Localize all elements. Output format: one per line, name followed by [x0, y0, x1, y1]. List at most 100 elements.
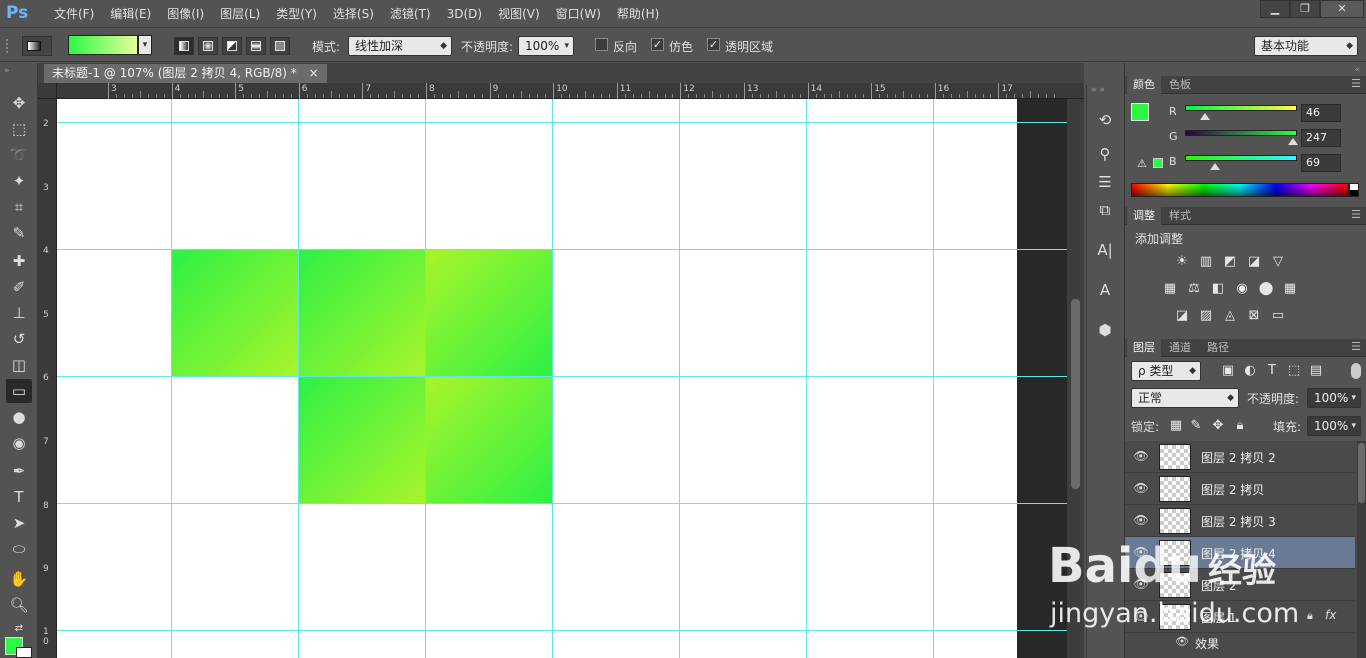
menu-select[interactable]: 选择(S) — [325, 6, 382, 22]
tab-swatches[interactable]: 色板 — [1163, 76, 1197, 94]
b-slider-thumb[interactable] — [1210, 163, 1221, 170]
threshold-icon[interactable]: ◬ — [1221, 308, 1239, 324]
color-spectrum-bar[interactable] — [1131, 183, 1349, 197]
gradient-map-icon[interactable]: ▭ — [1269, 308, 1287, 324]
gradient-dropdown-chevron-icon[interactable]: ▾ — [138, 35, 152, 55]
clone-stamp-tool-icon[interactable]: ⊥ — [6, 301, 32, 325]
close-window-button[interactable]: ✕ — [1320, 0, 1364, 18]
vibrance-icon[interactable]: ▽ — [1269, 254, 1287, 270]
layer-opacity-field[interactable]: 100% ▾ — [1307, 388, 1361, 408]
exposure-icon[interactable]: ◪ — [1245, 254, 1263, 270]
blend-mode-dropdown[interactable]: 正常 ◆ — [1131, 388, 1239, 408]
visibility-eye-icon[interactable]: 👁︎ — [1133, 481, 1149, 495]
r-value-field[interactable]: 46 — [1301, 104, 1341, 122]
panel-menu-icon[interactable]: ☰ — [1351, 208, 1361, 221]
filter-toggle[interactable] — [1351, 363, 1361, 379]
history-brush-tool-icon[interactable]: ↺ — [6, 327, 32, 351]
character-panel-icon[interactable]: A| — [1093, 239, 1117, 261]
tab-color[interactable]: 颜色 — [1127, 76, 1161, 94]
collapse-panels-icon[interactable]: « — [1354, 65, 1360, 75]
collapse-icon[interactable]: » — [4, 66, 10, 76]
tab-layers[interactable]: 图层 — [1127, 339, 1161, 357]
dither-checkbox[interactable]: ✓ — [651, 38, 664, 51]
guide-horizontal[interactable] — [57, 630, 1067, 631]
effects-eye-icon[interactable]: 👁︎ — [1175, 635, 1189, 648]
gamut-warning-icon[interactable]: ⚠ — [1137, 157, 1147, 170]
reverse-checkbox[interactable] — [595, 38, 608, 51]
crop-tool-icon[interactable]: ⌗ — [6, 195, 32, 219]
g-value-field[interactable]: 247 — [1301, 129, 1341, 147]
black-white-icon[interactable]: ◧ — [1209, 281, 1227, 297]
clone-source-icon[interactable]: ⧉ — [1093, 199, 1117, 221]
reflected-gradient-button[interactable] — [246, 37, 266, 55]
layer-row[interactable]: 👁︎ 图层 2 拷贝 — [1125, 473, 1355, 505]
tab-channels[interactable]: 通道 — [1163, 339, 1197, 357]
ellipse-tool-icon[interactable]: ⬭ — [6, 537, 32, 561]
layer-fx-icon[interactable]: fx — [1325, 608, 1336, 622]
workspace-dropdown[interactable]: 基本功能 ◆ — [1254, 36, 1358, 56]
filter-shape-icon[interactable]: ⬚ — [1285, 363, 1303, 379]
layers-scrollbar[interactable] — [1357, 441, 1366, 658]
gradient-tool-icon[interactable]: ▭ — [6, 379, 32, 403]
transparency-checkbox[interactable]: ✓ — [707, 38, 720, 51]
layer-row[interactable]: 👁︎ 图层 2 拷贝 3 — [1125, 505, 1355, 537]
lock-position-icon[interactable]: ✥ — [1209, 418, 1227, 434]
curves-icon[interactable]: ◩ — [1221, 254, 1239, 270]
menu-edit[interactable]: 编辑(E) — [102, 6, 159, 22]
brush-panel-icon[interactable]: ⚲ — [1093, 143, 1117, 165]
ruler-origin[interactable] — [38, 83, 57, 99]
dodge-tool-icon[interactable]: ◉ — [6, 431, 32, 455]
gradient-swatch[interactable] — [68, 35, 138, 55]
b-value-field[interactable]: 69 — [1301, 154, 1341, 172]
brightness-icon[interactable]: ☀ — [1173, 254, 1191, 270]
history-panel-icon[interactable]: ⟲ — [1093, 109, 1117, 131]
restore-button[interactable]: ❐ — [1290, 0, 1320, 18]
blur-tool-icon[interactable]: ● — [6, 405, 32, 429]
angle-gradient-button[interactable] — [222, 37, 242, 55]
g-slider[interactable] — [1185, 130, 1297, 136]
path-selection-tool-icon[interactable]: ➤ — [6, 511, 32, 535]
document-tab[interactable]: 未标题-1 @ 107% (图层 2 拷贝 4, RGB/8) * × — [44, 64, 327, 83]
menu-view[interactable]: 视图(V) — [490, 6, 548, 22]
guide-horizontal[interactable] — [57, 122, 1067, 123]
menu-type[interactable]: 类型(Y) — [268, 6, 325, 22]
hue-saturation-icon[interactable]: ▦ — [1161, 281, 1179, 297]
visibility-eye-icon[interactable]: 👁︎ — [1133, 449, 1149, 463]
menu-3d[interactable]: 3D(D) — [439, 6, 490, 22]
guide-vertical[interactable] — [933, 99, 934, 658]
mode-dropdown[interactable]: 线性加深 ◆ — [348, 36, 452, 56]
minimize-button[interactable]: ▁ — [1260, 0, 1290, 18]
radial-gradient-button[interactable] — [198, 37, 218, 55]
panel-menu-icon[interactable]: ☰ — [1351, 340, 1361, 353]
type-tool-icon[interactable]: T — [6, 485, 32, 509]
brush-tool-icon[interactable]: ✐ — [6, 275, 32, 299]
brush-presets-icon[interactable]: ☰ — [1093, 171, 1117, 193]
guide-horizontal[interactable] — [57, 249, 1067, 250]
menu-layer[interactable]: 图层(L) — [212, 6, 268, 22]
color-balance-icon[interactable]: ⚖ — [1185, 281, 1203, 297]
filter-type-icon[interactable]: T — [1263, 363, 1281, 379]
canvas-area[interactable] — [57, 99, 1067, 658]
expand-icon[interactable]: » » — [1091, 85, 1105, 95]
pen-tool-icon[interactable]: ✒ — [6, 459, 32, 483]
guide-vertical[interactable] — [806, 99, 807, 658]
marquee-tool-icon[interactable]: ⬚ — [6, 117, 32, 141]
hand-tool-icon[interactable]: ✋ — [6, 567, 32, 591]
lock-transparency-icon[interactable]: ▦ — [1167, 418, 1185, 434]
lasso-tool-icon[interactable]: ➰ — [6, 143, 32, 167]
opacity-field[interactable]: 100% ▾ — [518, 36, 574, 56]
layer-filter-dropdown[interactable]: ρ 类型 ◆ — [1131, 361, 1201, 381]
layers-scrollbar-thumb[interactable] — [1358, 443, 1365, 503]
tab-adjustments[interactable]: 调整 — [1127, 207, 1161, 225]
panel-menu-icon[interactable]: ☰ — [1351, 77, 1361, 90]
lock-all-icon[interactable]: 🔒︎ — [1231, 418, 1249, 434]
document-canvas[interactable] — [57, 99, 1017, 658]
linear-gradient-button[interactable] — [174, 37, 194, 55]
filter-smart-object-icon[interactable]: ▤ — [1307, 363, 1325, 379]
levels-icon[interactable]: ▥ — [1197, 254, 1215, 270]
r-slider-thumb[interactable] — [1200, 113, 1211, 120]
diamond-gradient-button[interactable] — [270, 37, 290, 55]
filter-pixel-icon[interactable]: ▣ — [1219, 363, 1237, 379]
invert-icon[interactable]: ◪ — [1173, 308, 1191, 324]
scrollbar-thumb[interactable] — [1071, 299, 1080, 489]
